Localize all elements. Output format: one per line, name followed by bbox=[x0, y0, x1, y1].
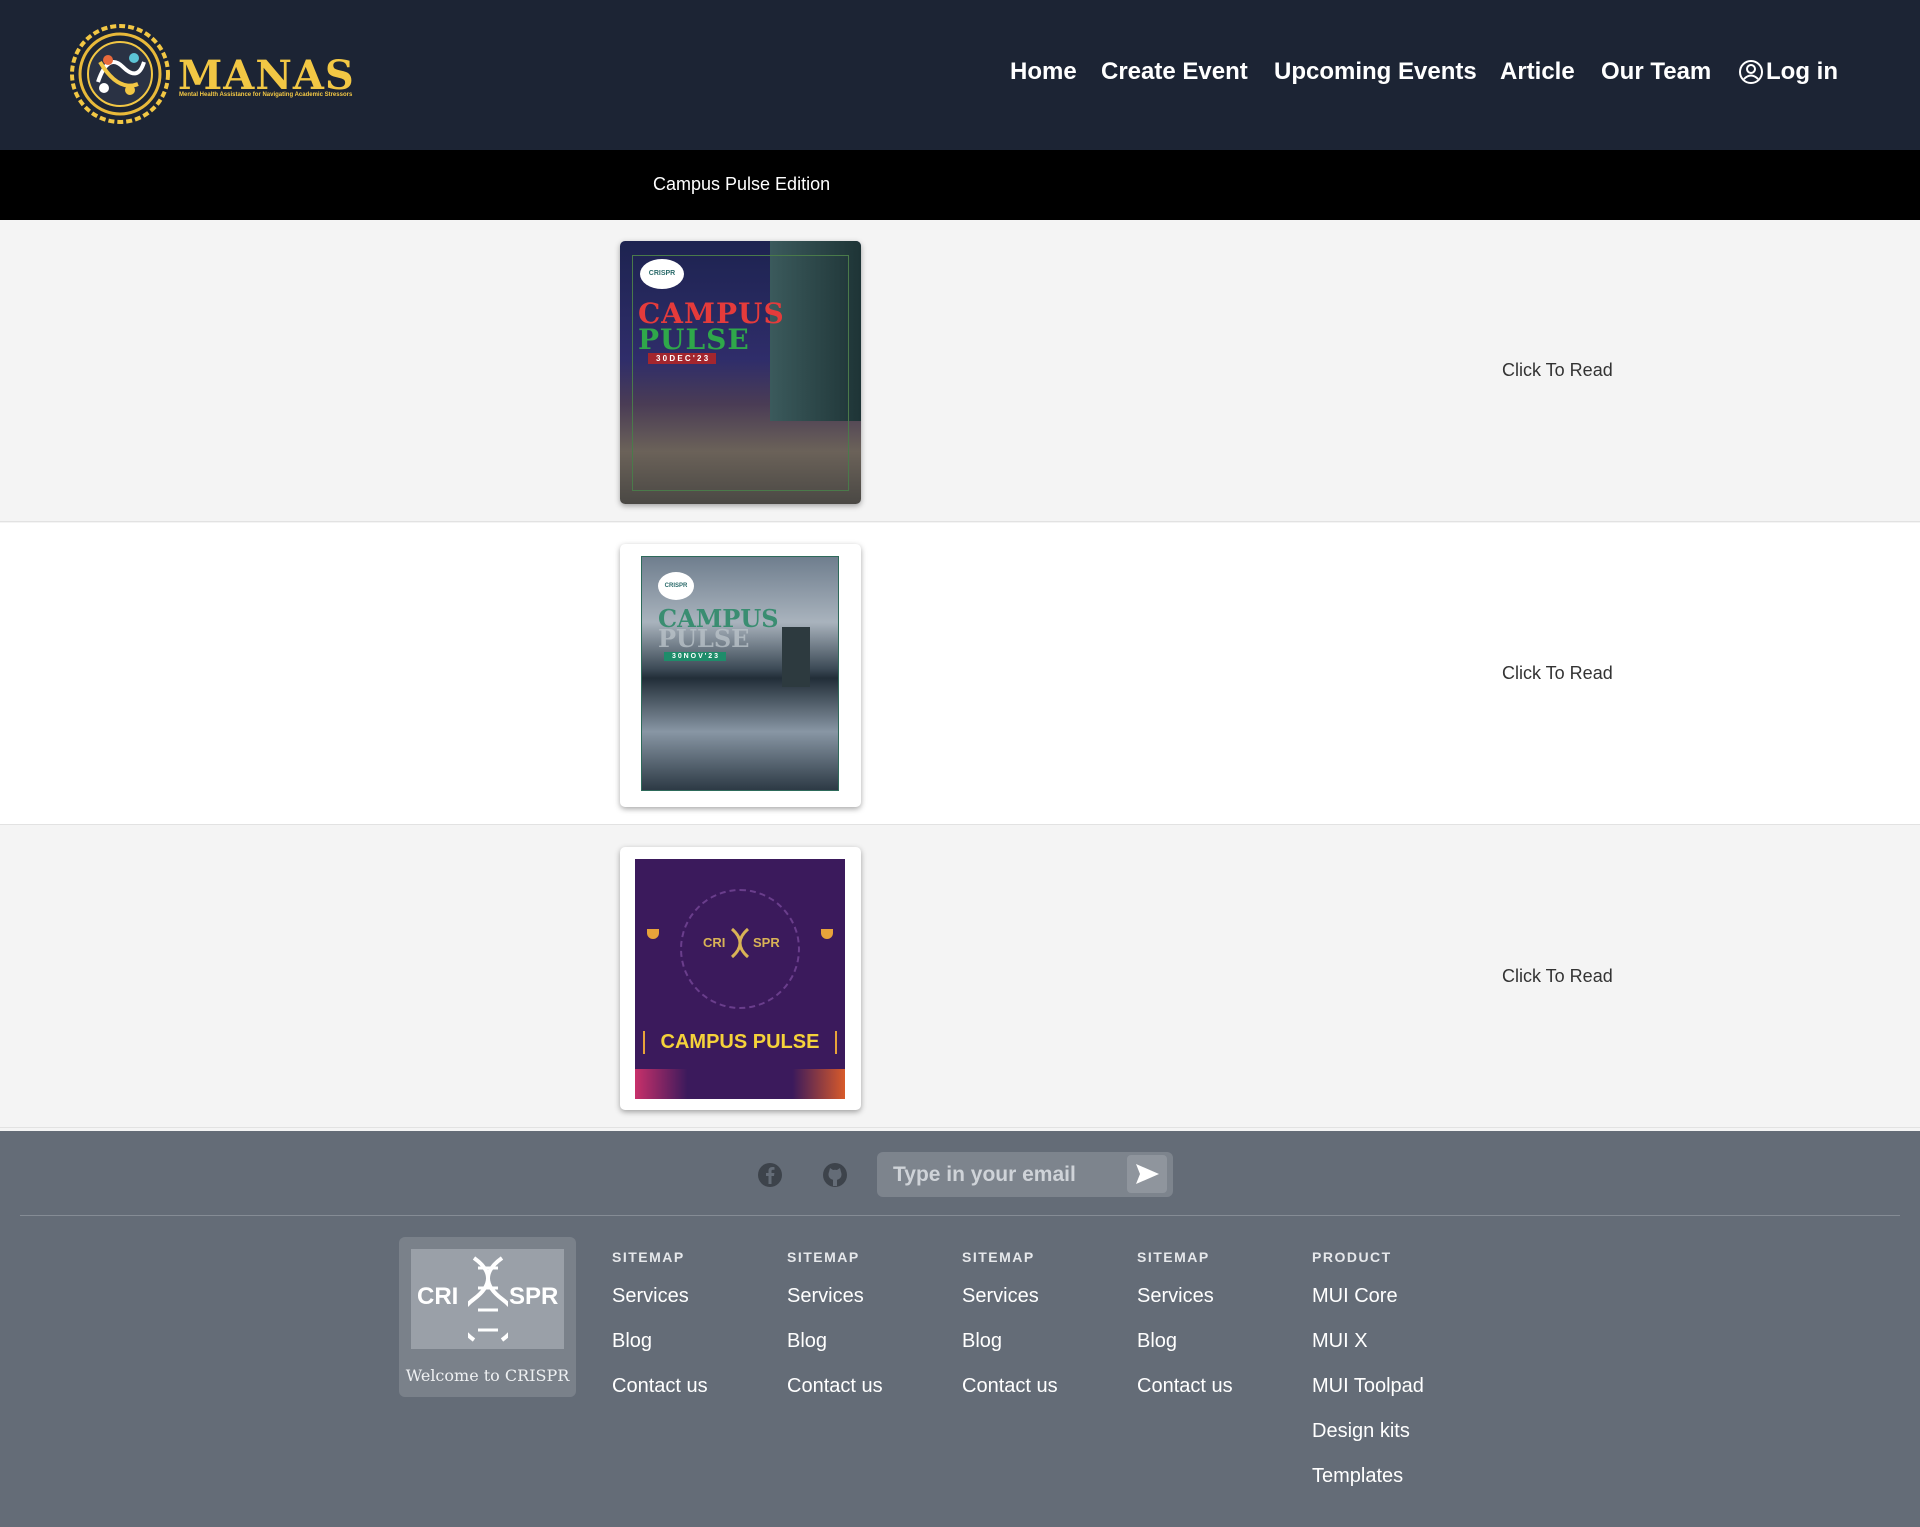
cover-date: 3 0 D E C ' 2 3 bbox=[648, 353, 717, 364]
footer-col-3: SITEMAP Services Blog Contact us bbox=[962, 1249, 1058, 1420]
footer-link-mui-toolpad[interactable]: MUI Toolpad bbox=[1312, 1375, 1424, 1400]
crispr-logo-left: CRI bbox=[417, 1283, 459, 1310]
footer-link-blog[interactable]: Blog bbox=[787, 1330, 883, 1355]
footer-col-heading: SITEMAP bbox=[962, 1249, 1035, 1265]
edition-row-dec-23: CRISPR CAMPUS PULSE 3 0 D E C ' 2 3 Clic… bbox=[0, 220, 1920, 522]
footer-link-blog[interactable]: Blog bbox=[612, 1330, 708, 1355]
main-nav: Home Create Event Upcoming Events Articl… bbox=[0, 58, 1920, 94]
footer-link-mui-x[interactable]: MUI X bbox=[1312, 1330, 1424, 1355]
footer-link-services[interactable]: Services bbox=[962, 1285, 1058, 1310]
footer-col-1: SITEMAP Services Blog Contact us bbox=[612, 1249, 708, 1420]
cover-date: 3 0 N O V ' 2 3 bbox=[664, 652, 727, 661]
footer-link-contact[interactable]: Contact us bbox=[612, 1375, 708, 1400]
user-circle-icon bbox=[1739, 60, 1763, 84]
edition-row-nov-23: CRISPR CAMPUS PULSE 3 0 N O V ' 2 3 Clic… bbox=[0, 523, 1920, 825]
footer-link-design-kits[interactable]: Design kits bbox=[1312, 1420, 1424, 1445]
email-input[interactable] bbox=[893, 1162, 1113, 1188]
edition-cover-nov-23[interactable]: CRISPR CAMPUS PULSE 3 0 N O V ' 2 3 bbox=[620, 544, 861, 807]
footer-col-heading: SITEMAP bbox=[612, 1249, 685, 1265]
cover-badge: CRISPR bbox=[658, 572, 694, 600]
dna-icon bbox=[468, 1256, 508, 1342]
crispr-logo: CRI SPR bbox=[411, 1249, 564, 1349]
facebook-icon[interactable] bbox=[755, 1160, 785, 1190]
edition-cover-dec-23[interactable]: CRISPR CAMPUS PULSE 3 0 D E C ' 2 3 bbox=[620, 241, 861, 504]
edition-row-diwali: CRI SPR CAMPUS PULSE Click To Read bbox=[0, 826, 1920, 1128]
nav-create-event[interactable]: Create Event bbox=[1101, 58, 1248, 86]
cover-badge-right: SPR bbox=[753, 935, 780, 950]
newsletter-box bbox=[877, 1152, 1173, 1197]
login-label: Log in bbox=[1766, 58, 1838, 85]
page-title: Campus Pulse Edition bbox=[653, 174, 831, 194]
nav-upcoming-events[interactable]: Upcoming Events bbox=[1274, 58, 1477, 86]
github-icon[interactable] bbox=[820, 1160, 850, 1190]
footer-link-services[interactable]: Services bbox=[787, 1285, 883, 1310]
footer-link-services[interactable]: Services bbox=[612, 1285, 708, 1310]
click-to-read-link[interactable]: Click To Read bbox=[1502, 360, 1613, 381]
cover-art: CRI SPR CAMPUS PULSE bbox=[635, 859, 845, 1099]
footer-link-contact[interactable]: Contact us bbox=[787, 1375, 883, 1400]
click-to-read-link[interactable]: Click To Read bbox=[1502, 966, 1613, 987]
cover-title-line2: PULSE bbox=[658, 624, 750, 653]
crispr-logo-right: SPR bbox=[509, 1283, 559, 1310]
nav-our-team[interactable]: Our Team bbox=[1601, 58, 1711, 86]
footer-link-blog[interactable]: Blog bbox=[962, 1330, 1058, 1355]
edition-title-strip: Campus Pulse Edition bbox=[0, 150, 1920, 220]
edition-cover-diwali[interactable]: CRI SPR CAMPUS PULSE bbox=[620, 847, 861, 1110]
cover-lamp-left bbox=[647, 929, 659, 939]
footer-col-product: PRODUCT MUI Core MUI X MUI Toolpad Desig… bbox=[1312, 1249, 1424, 1510]
footer-link-blog[interactable]: Blog bbox=[1137, 1330, 1233, 1355]
footer-col-heading: PRODUCT bbox=[1312, 1249, 1392, 1265]
click-to-read-link[interactable]: Click To Read bbox=[1502, 663, 1613, 684]
footer-divider bbox=[20, 1215, 1900, 1216]
top-header: MANAS Mental Health Assistance for Navig… bbox=[0, 0, 1920, 150]
cover-tower bbox=[782, 627, 810, 687]
footer-link-templates[interactable]: Templates bbox=[1312, 1465, 1424, 1490]
footer-col-2: SITEMAP Services Blog Contact us bbox=[787, 1249, 883, 1420]
login-button[interactable]: Log in bbox=[1738, 58, 1838, 86]
send-arrow-icon bbox=[1136, 1164, 1159, 1184]
footer-col-heading: SITEMAP bbox=[787, 1249, 860, 1265]
cover-lamp-right bbox=[821, 929, 833, 939]
footer-link-contact[interactable]: Contact us bbox=[962, 1375, 1058, 1400]
nav-home[interactable]: Home bbox=[1010, 58, 1077, 86]
nav-article[interactable]: Article bbox=[1500, 58, 1575, 86]
footer-link-mui-core[interactable]: MUI Core bbox=[1312, 1285, 1424, 1310]
cover-frame bbox=[632, 255, 849, 491]
footer-col-4: SITEMAP Services Blog Contact us bbox=[1137, 1249, 1233, 1420]
site-footer: CRI SPR Welcome to CRISPR SITEMAP Servic… bbox=[0, 1131, 1920, 1527]
footer-col-heading: SITEMAP bbox=[1137, 1249, 1210, 1265]
footer-link-services[interactable]: Services bbox=[1137, 1285, 1233, 1310]
cover-title-line2: PULSE bbox=[638, 323, 750, 356]
send-button[interactable] bbox=[1127, 1155, 1167, 1193]
cover-title: CAMPUS PULSE bbox=[643, 1031, 837, 1054]
brand-welcome: Welcome to CRISPR bbox=[405, 1366, 570, 1385]
cover-badge: CRISPR bbox=[640, 259, 684, 289]
footer-link-contact[interactable]: Contact us bbox=[1137, 1375, 1233, 1400]
brand-card: CRI SPR Welcome to CRISPR bbox=[399, 1237, 576, 1397]
cover-flowers bbox=[635, 1069, 845, 1099]
cover-badge-left: CRI bbox=[703, 935, 726, 950]
dna-icon bbox=[730, 927, 750, 959]
